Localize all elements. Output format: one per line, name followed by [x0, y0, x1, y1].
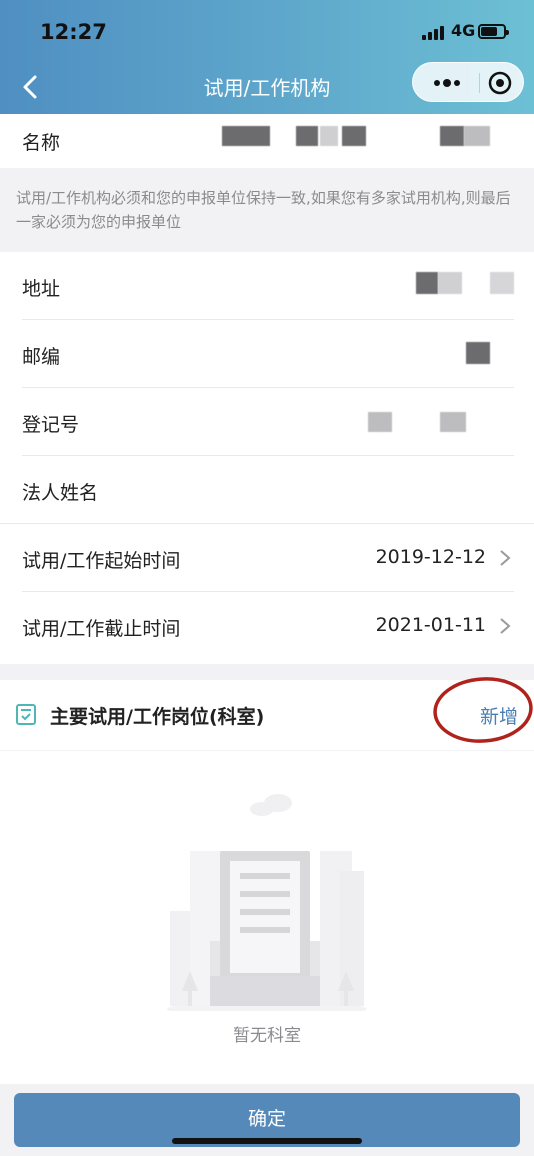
status-bar: 12:27 4G [0, 0, 534, 62]
section-title: 主要试用/工作岗位(科室) [50, 706, 265, 728]
home-indicator [172, 1138, 362, 1144]
start-date-row[interactable]: 试用/工作起始时间 2019-12-12 [0, 524, 534, 592]
notice-text: 试用/工作机构必须和您的申报单位保持一致,如果您有多家试用机构,则最后一家必须为… [16, 189, 511, 231]
end-date-label: 试用/工作截止时间 [22, 618, 181, 640]
end-date-row[interactable]: 试用/工作截止时间 2021-01-11 [0, 592, 534, 660]
form-card: 地址 邮编 登记号 法人姓名 试用/工作起始时间 2019-12-12 试用/工… [0, 252, 534, 664]
capsule-divider [479, 73, 480, 93]
address-label: 地址 [22, 278, 61, 300]
signal-icon [422, 26, 446, 40]
checklist-icon [16, 704, 36, 725]
empty-text: 暂无科室 [233, 1026, 301, 1046]
empty-state: 暂无科室 [0, 751, 534, 1084]
app-header: 12:27 4G 试用/工作机构 [0, 0, 534, 114]
start-date-value: 2019-12-12 [375, 546, 486, 568]
status-time: 12:27 [40, 20, 107, 44]
start-date-label: 试用/工作起始时间 [22, 550, 181, 572]
legal-person-label: 法人姓名 [22, 482, 99, 504]
registration-label: 登记号 [22, 414, 80, 436]
annotation-circle [433, 677, 533, 743]
postcode-row[interactable]: 邮编 [0, 320, 534, 388]
battery-icon [478, 24, 509, 39]
network-label: 4G [451, 21, 476, 40]
end-date-value: 2021-01-11 [375, 614, 486, 636]
name-row[interactable]: 名称 [0, 114, 534, 168]
postcode-label: 邮编 [22, 346, 61, 368]
registration-row[interactable]: 登记号 [0, 388, 534, 456]
name-label: 名称 [22, 132, 61, 154]
chevron-right-icon [500, 618, 511, 634]
address-row[interactable]: 地址 [0, 252, 534, 320]
chevron-right-icon [500, 550, 511, 566]
more-icon[interactable] [429, 71, 465, 95]
legal-person-row[interactable]: 法人姓名 [0, 456, 534, 524]
mini-program-capsule [412, 62, 524, 102]
close-target-icon[interactable] [487, 70, 513, 96]
empty-building-illustration [167, 794, 367, 1011]
